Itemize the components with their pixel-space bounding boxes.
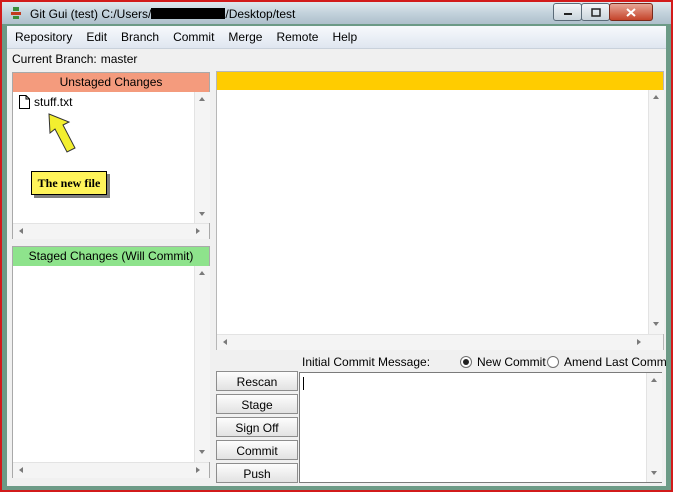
redacted-username — [151, 8, 226, 19]
minimize-icon — [563, 13, 572, 15]
unstaged-header: Unstaged Changes — [13, 73, 209, 92]
staged-panel: Staged Changes (Will Commit) — [12, 246, 210, 478]
staged-header: Staged Changes (Will Commit) — [13, 247, 209, 266]
menu-merge[interactable]: Merge — [221, 26, 269, 48]
stage-changed-button[interactable]: Stage Changed — [216, 394, 298, 432]
menu-branch[interactable]: Branch — [114, 26, 166, 48]
new-commit-label: New Commit — [477, 355, 546, 369]
current-branch: Current Branch: master — [12, 52, 137, 66]
menu-repository[interactable]: Repository — [7, 26, 79, 48]
commit-message-label: Initial Commit Message: — [302, 355, 431, 369]
unstaged-panel: Unstaged Changes stuff.txt — [12, 72, 210, 239]
git-gui-icon — [11, 7, 21, 19]
push-button[interactable]: Push — [216, 463, 298, 483]
menu-edit[interactable]: Edit — [79, 26, 114, 48]
amend-commit-label: Amend Last Commit — [564, 355, 666, 369]
menu-commit[interactable]: Commit — [166, 26, 221, 48]
radio-selected-icon — [460, 356, 472, 368]
commit-button[interactable]: Commit — [216, 440, 298, 460]
branch-value: master — [100, 52, 138, 66]
scroll-left-icon — [19, 467, 23, 473]
menu-remote[interactable]: Remote — [269, 26, 325, 48]
diff-header — [217, 72, 663, 90]
commit-message-input[interactable] — [299, 372, 662, 483]
title-suffix: /Desktop/test — [225, 7, 296, 21]
file-icon — [19, 95, 30, 109]
window-title: Git Gui (test) C:/Users/ /Desktop/test — [30, 7, 295, 21]
radio-unselected-icon — [547, 356, 559, 368]
title-bar[interactable]: Git Gui (test) C:/Users/ /Desktop/test — [2, 2, 671, 24]
rescan-button[interactable]: Rescan — [216, 371, 298, 391]
maximize-button[interactable] — [581, 3, 610, 21]
scroll-up-icon — [199, 271, 205, 275]
staged-vscroll[interactable] — [194, 266, 210, 462]
scroll-right-icon — [637, 339, 641, 345]
client-area: Repository Edit Branch Commit Merge Remo… — [7, 26, 666, 486]
sign-off-button[interactable]: Sign Off — [216, 417, 298, 437]
list-item[interactable]: stuff.txt — [19, 95, 72, 109]
amend-commit-radio[interactable]: Amend Last Commit — [547, 355, 666, 369]
diff-vscroll[interactable] — [648, 90, 664, 334]
menu-help[interactable]: Help — [325, 26, 364, 48]
diff-hscroll[interactable] — [217, 334, 663, 350]
scroll-right-icon — [196, 467, 200, 473]
staged-hscroll[interactable] — [13, 462, 209, 478]
file-name: stuff.txt — [34, 95, 73, 109]
close-button[interactable] — [609, 3, 653, 21]
scroll-down-icon — [651, 471, 657, 475]
window-controls — [553, 3, 653, 21]
scroll-up-icon — [653, 95, 659, 99]
scroll-down-icon — [199, 450, 205, 454]
close-icon — [626, 7, 636, 17]
unstaged-hscroll[interactable] — [13, 223, 209, 239]
menu-bar: Repository Edit Branch Commit Merge Remo… — [7, 26, 666, 49]
scroll-down-icon — [199, 212, 205, 216]
branch-label: Current Branch: — [12, 52, 97, 66]
scroll-down-icon — [653, 322, 659, 326]
scroll-left-icon — [19, 228, 23, 234]
title-prefix: Git Gui (test) C:/Users/ — [30, 7, 152, 21]
unstaged-vscroll[interactable] — [194, 92, 210, 223]
diff-panel — [216, 71, 664, 350]
commit-vscroll[interactable] — [646, 373, 662, 482]
annotation-arrow-icon — [48, 113, 76, 153]
scroll-right-icon — [196, 228, 200, 234]
annotation-callout: The new file — [31, 171, 107, 195]
scroll-up-icon — [651, 378, 657, 382]
minimize-button[interactable] — [553, 3, 582, 21]
maximize-icon — [590, 7, 601, 17]
text-cursor — [303, 377, 304, 390]
scroll-up-icon — [199, 97, 205, 101]
new-commit-radio[interactable]: New Commit — [460, 355, 546, 369]
scroll-left-icon — [223, 339, 227, 345]
